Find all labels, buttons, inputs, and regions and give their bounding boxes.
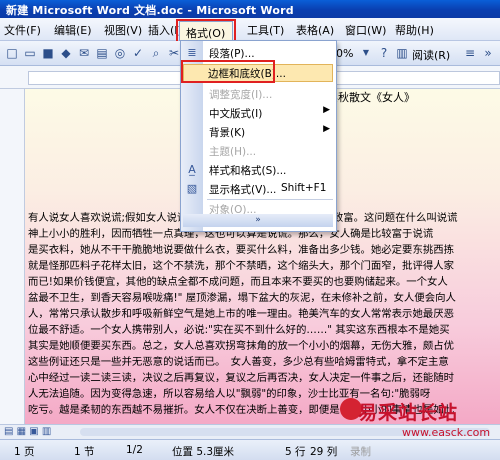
status-section: 1 节	[74, 446, 95, 458]
watermark-url: www.easck.com	[402, 426, 491, 439]
paragraph-icon: ≣	[187, 46, 197, 59]
menu-item-label: 主题(H)...	[209, 146, 257, 158]
doc-line: 心中经过一读二读三读，决议之后再复议，复议之后再否决，女人决定一件事之后，还能随…	[28, 372, 455, 384]
research-icon[interactable]: ⌕	[148, 45, 164, 61]
doc-line: 是买衣料，她从不干干脆脆地说要做什么衣，要买什么料，准备出多少钱。她必定要东挑西…	[28, 244, 455, 256]
menu-item-label: 中文版式(I)	[209, 108, 263, 120]
align-icon[interactable]: ≡	[462, 45, 478, 61]
doc-line: 人，常常只承认散步和呼吸新鲜空气是她上市的唯一理由。艳美汽车的女人常常表示她最厌…	[28, 308, 455, 320]
doc-line: 盆最不卫生，到香天容易喉咙痛!" 屋顶渗漏，塌下盆大的灰泥，在未修补之前，女人便…	[28, 292, 456, 304]
spelling-icon[interactable]: ✓	[130, 45, 146, 61]
menu-bar: 文件(F) 编辑(E) 视图(V) 插入(I) 工具(T) 表格(A) 窗口(W…	[0, 18, 500, 41]
styles-icon: A̲	[188, 163, 196, 176]
menu-item-reveal-formatting[interactable]: ▧ 显示格式(V)... Shift+F1	[181, 179, 336, 198]
new-document-icon[interactable]: □	[4, 45, 20, 61]
menu-item-styles-formatting[interactable]: A̲ 样式和格式(S)...	[181, 160, 336, 179]
menu-item-label: 背景(K)	[209, 127, 246, 139]
reading-mode-button[interactable]: 阅读(R)	[412, 47, 450, 63]
zoom-dropdown-icon[interactable]: ▼	[358, 45, 374, 61]
menu-window[interactable]: 窗口(W)	[345, 22, 386, 38]
menu-item-label: 段落(P)...	[209, 48, 255, 60]
submenu-arrow-icon: ▶	[323, 124, 330, 134]
submenu-arrow-icon: ▶	[323, 105, 330, 115]
menu-item-theme: 主题(H)...	[181, 141, 336, 160]
print-preview-icon[interactable]: ◎	[112, 45, 128, 61]
menu-item-label: 样式和格式(S)...	[209, 165, 287, 177]
menu-view[interactable]: 视图(V)	[104, 22, 142, 38]
status-page-of: 1/2	[126, 444, 143, 456]
print-icon[interactable]: ▤	[94, 45, 110, 61]
save-icon[interactable]: ■	[40, 45, 56, 61]
watermark-text: 易采站长站	[358, 402, 459, 424]
menu-item-adjust-width: 调整宽度(I)...	[181, 84, 336, 103]
status-line: 5 行	[285, 446, 306, 458]
menu-item-background[interactable]: 背景(K) ▶	[181, 122, 336, 141]
menu-edit[interactable]: 编辑(E)	[54, 22, 92, 38]
permission-icon[interactable]: ◆	[58, 45, 74, 61]
doc-line: 位最不舒适。一个女人携带别人，必说:"实在买不到什么好的……" 其实这东西根本不…	[28, 324, 450, 336]
menu-item-shortcut: Shift+F1	[281, 182, 327, 194]
menu-table[interactable]: 表格(A)	[296, 22, 334, 38]
more-tools-icon[interactable]: »	[480, 45, 496, 61]
read-icon[interactable]: ▥	[394, 45, 410, 61]
doc-line: 就是怪那匹料子花样太旧，这个不禁洗，那个不禁晒，这个缩头大，那个门面窄，批评得人…	[28, 260, 455, 272]
view-mode-icon[interactable]: ▤ ▦ ▣ ▥	[4, 426, 51, 437]
menu-expand-button[interactable]: »	[183, 214, 333, 227]
menu-file[interactable]: 文件(F)	[4, 22, 41, 38]
vertical-ruler[interactable]	[0, 89, 25, 424]
open-folder-icon[interactable]: ▭	[22, 45, 38, 61]
menu-help[interactable]: 帮助(H)	[395, 22, 434, 38]
title-bar: 新建 Microsoft Word 文档.doc - Microsoft Wor…	[0, 0, 500, 18]
menu-item-label: 显示格式(V)...	[209, 184, 277, 196]
status-bar: 1 页 1 节 1/2 位置 5.3厘米 5 行 29 列 录制	[0, 439, 500, 460]
email-icon[interactable]: ✉	[76, 45, 92, 61]
window-title: 新建 Microsoft Word 文档.doc - Microsoft Wor…	[6, 4, 294, 17]
status-column: 29 列	[310, 446, 338, 458]
menu-item-label: 调整宽度(I)...	[209, 89, 273, 101]
doc-line: 而已!如果价钱便宜，其他的缺点全都不成问题，而且本来不要买的也要购储起来。一个女…	[28, 276, 448, 288]
borders-shading-highlight-box	[181, 60, 275, 83]
status-page: 1 页	[14, 446, 35, 458]
status-rec[interactable]: 录制	[350, 444, 371, 459]
help-icon[interactable]: ?	[376, 45, 392, 61]
status-position: 位置 5.3厘米	[172, 446, 235, 458]
doc-line: 其实是她顺便要买东西。总之，女人总喜欢拐弯抹角的放一个小小的烟幕，无伤大雅，颇占…	[28, 340, 455, 352]
menu-tools[interactable]: 工具(T)	[247, 22, 284, 38]
reveal-format-icon: ▧	[186, 182, 198, 195]
doc-line: 这些例证还只是一些并无恶意的说话而已。 女人善变，多少总有些哈姆雷特式，拿不定主…	[28, 356, 449, 368]
zoom-value[interactable]: 0%	[336, 47, 353, 60]
menu-item-chinese-layout[interactable]: 中文版式(I) ▶	[181, 103, 336, 122]
